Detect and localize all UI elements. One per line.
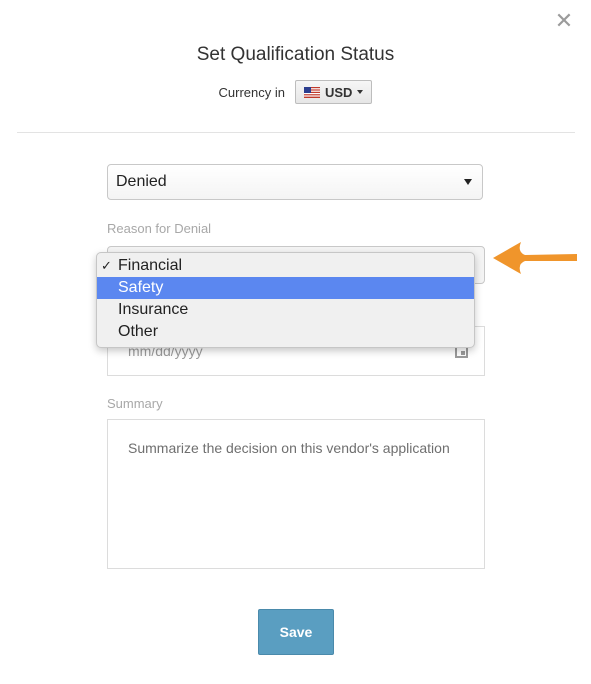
currency-label: Currency in [218, 84, 285, 100]
us-flag-icon [304, 86, 320, 98]
chevron-down-icon [357, 90, 364, 94]
reason-label: Reason for Denial [107, 221, 212, 236]
currency-value: USD [325, 84, 353, 100]
qualification-status-modal: ✕ Set Qualification Status Currency in U… [0, 0, 591, 684]
modal-title: Set Qualification Status [196, 44, 395, 65]
reason-option-financial[interactable]: ✓ Financial [97, 255, 474, 277]
reason-option-other[interactable]: Other [97, 321, 474, 343]
check-icon: ✓ [101, 258, 112, 273]
option-label: Other [118, 323, 159, 340]
divider [17, 132, 575, 133]
option-label: Insurance [118, 301, 189, 318]
pointer-arrow-icon [493, 242, 577, 274]
currency-row: Currency in USD [0, 80, 591, 104]
close-icon[interactable]: ✕ [553, 10, 575, 32]
status-select[interactable]: Denied [107, 164, 483, 200]
reason-option-safety[interactable]: Safety [97, 277, 474, 299]
status-select-value: Denied [116, 173, 167, 190]
summary-label: Summary [107, 396, 163, 411]
reason-option-insurance[interactable]: Insurance [97, 299, 474, 321]
summary-textarea[interactable]: Summarize the decision on this vendor's … [107, 419, 485, 569]
option-label: Financial [118, 257, 183, 274]
dropdown-arrow-icon [464, 179, 472, 185]
option-label: Safety [118, 279, 164, 296]
reason-dropdown-menu: ✓ Financial Safety Insurance Other [96, 252, 475, 348]
summary-placeholder: Summarize the decision on this vendor's … [128, 440, 450, 456]
save-button[interactable]: Save [258, 609, 334, 655]
currency-dropdown-button[interactable]: USD [295, 80, 373, 104]
